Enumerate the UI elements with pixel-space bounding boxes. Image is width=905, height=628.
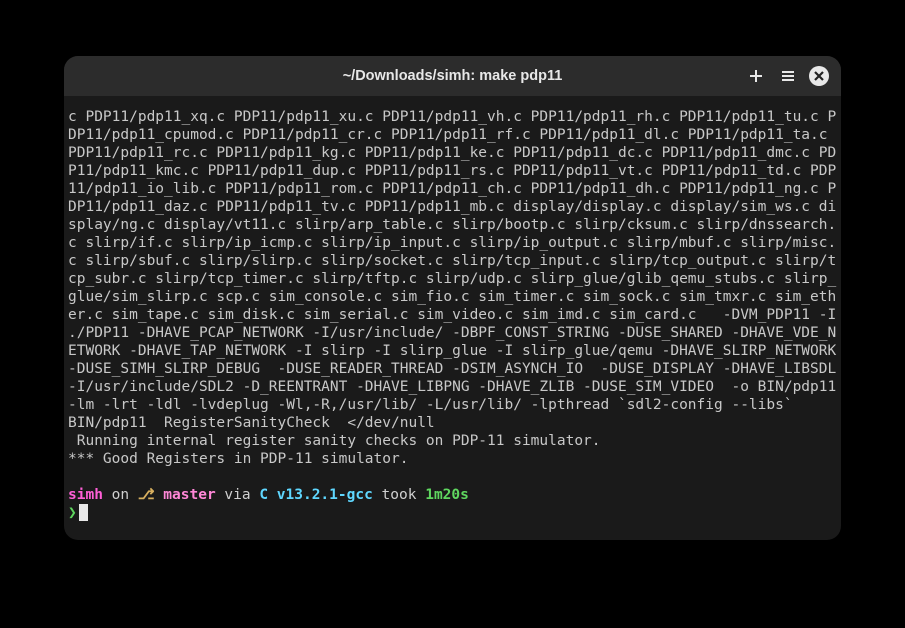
- prompt-via: via: [216, 487, 260, 503]
- plus-icon: [748, 68, 764, 84]
- prompt-branch: master: [155, 487, 216, 503]
- titlebar-buttons: [745, 65, 829, 87]
- terminal-body[interactable]: c PDP11/pdp11_xq.c PDP11/pdp11_xu.c PDP1…: [64, 96, 841, 540]
- close-icon: [811, 68, 827, 84]
- prompt-duration: 1m20s: [425, 487, 469, 503]
- prompt-line: simh on ⎇ master via C v13.2.1-gcc took …: [64, 486, 841, 522]
- prompt-compiler: C v13.2.1-gcc: [259, 487, 373, 503]
- prompt-took: took: [373, 487, 425, 503]
- terminal-output: c PDP11/pdp11_xq.c PDP11/pdp11_xu.c PDP1…: [64, 108, 841, 468]
- hamburger-icon: [780, 68, 796, 84]
- prompt-dir: simh: [68, 487, 103, 503]
- new-tab-button[interactable]: [745, 65, 767, 87]
- menu-button[interactable]: [777, 65, 799, 87]
- prompt-symbol: ❯: [68, 505, 77, 521]
- terminal-window: ~/Downloads/simh: make pdp11 c PDP11/pdp…: [64, 56, 841, 540]
- prompt-on: on: [103, 487, 138, 503]
- cursor: [79, 504, 88, 521]
- window-title: ~/Downloads/simh: make pdp11: [76, 68, 829, 84]
- close-button[interactable]: [809, 66, 829, 86]
- branch-icon: ⎇: [138, 487, 155, 503]
- titlebar: ~/Downloads/simh: make pdp11: [64, 56, 841, 96]
